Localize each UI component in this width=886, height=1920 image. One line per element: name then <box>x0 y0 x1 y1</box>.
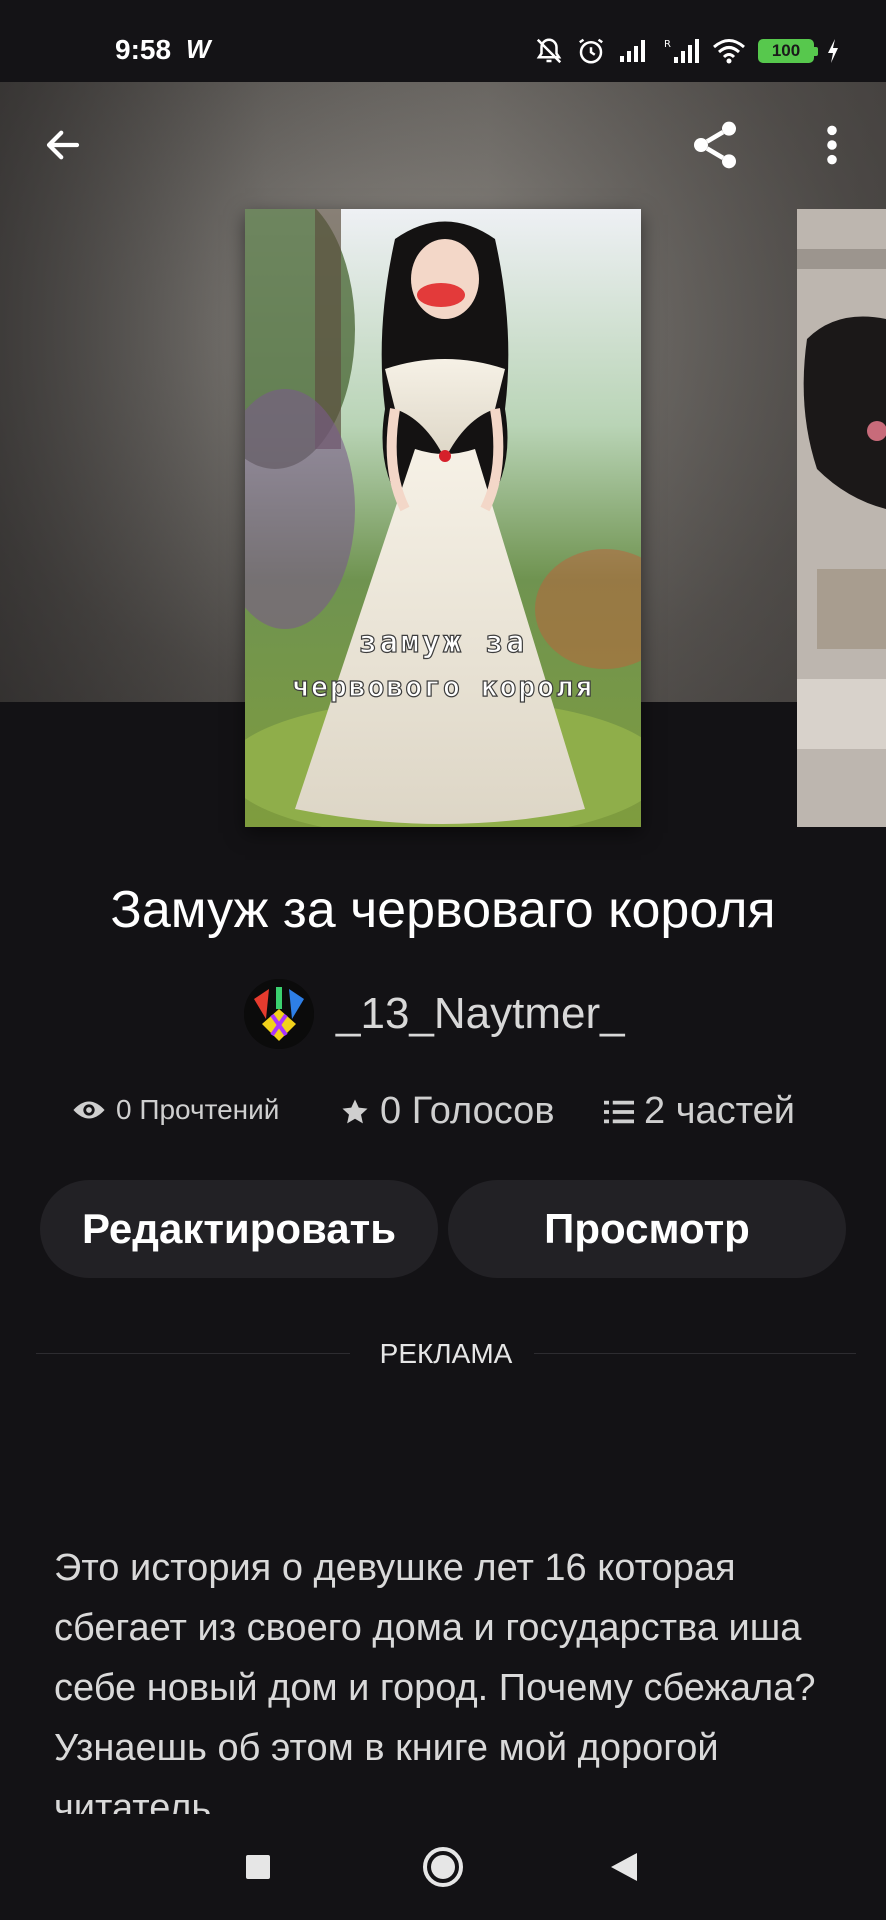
ad-divider: РЕКЛАМА <box>36 1330 856 1378</box>
book-cover[interactable]: замуж за червового короля <box>245 209 641 827</box>
reads-stat: 0 Прочтений <box>72 1094 279 1126</box>
cover-artwork: замуж за червового короля <box>245 209 641 827</box>
parts-count: 2 частей <box>644 1090 795 1132</box>
votes-count: 0 Голосов <box>380 1090 555 1132</box>
arrow-left-icon <box>46 130 80 160</box>
view-button[interactable]: Просмотр <box>448 1180 846 1278</box>
votes-stat: 0 Голосов <box>340 1090 555 1133</box>
home-button[interactable] <box>403 1832 483 1902</box>
share-icon <box>694 121 736 169</box>
ad-label: РЕКЛАМА <box>379 1338 513 1369</box>
circle-icon <box>423 1847 463 1887</box>
more-options-button[interactable] <box>800 108 864 182</box>
author-link[interactable]: _13_Naytmer_ <box>244 978 625 1050</box>
status-icons: R 100 <box>534 34 840 68</box>
avatar-image <box>244 979 314 1049</box>
battery-icon: 100 <box>758 39 818 63</box>
charging-icon <box>828 39 838 63</box>
status-bar: 9:58 W R 100 <box>0 0 886 82</box>
author-avatar[interactable] <box>244 979 314 1049</box>
divider-line-right <box>534 1353 856 1354</box>
more-vert-icon <box>827 125 837 165</box>
square-icon <box>246 1855 270 1879</box>
alarm-icon <box>579 38 603 64</box>
status-time: 9:58 <box>115 34 172 65</box>
system-nav-bar <box>0 1814 886 1920</box>
wattpad-notification-icon: W <box>186 34 211 64</box>
recent-apps-button[interactable] <box>218 1832 298 1902</box>
next-cover-preview[interactable] <box>797 209 886 827</box>
book-title: Замуж за червоваго короля <box>110 881 776 939</box>
story-stats: 0 Прочтений 0 Голосов 2 частей <box>72 1090 832 1146</box>
signal-icon <box>620 40 645 62</box>
system-back-button[interactable] <box>584 1832 664 1902</box>
back-button[interactable] <box>30 108 96 182</box>
share-button[interactable] <box>680 108 750 182</box>
reads-count: 0 Прочтений <box>116 1094 280 1125</box>
edit-button[interactable]: Редактировать <box>40 1180 438 1278</box>
author-name[interactable]: _13_Naytmer_ <box>336 989 625 1039</box>
star-icon <box>342 1099 368 1123</box>
triangle-back-icon <box>611 1853 637 1881</box>
parts-stat: 2 частей <box>604 1090 795 1133</box>
wifi-icon <box>713 39 745 64</box>
list-icon <box>604 1100 634 1123</box>
bell-off-icon <box>536 38 562 64</box>
svg-text:R: R <box>664 39 671 50</box>
cover-text-line2: червового короля <box>292 670 594 703</box>
story-description: Это история о девушке лет 16 которая сбе… <box>54 1547 816 1814</box>
next-cover-artwork <box>797 209 886 827</box>
cover-text-line1: замуж за <box>359 625 528 660</box>
eye-icon <box>73 1101 105 1119</box>
signal-r-icon: R <box>664 39 699 63</box>
